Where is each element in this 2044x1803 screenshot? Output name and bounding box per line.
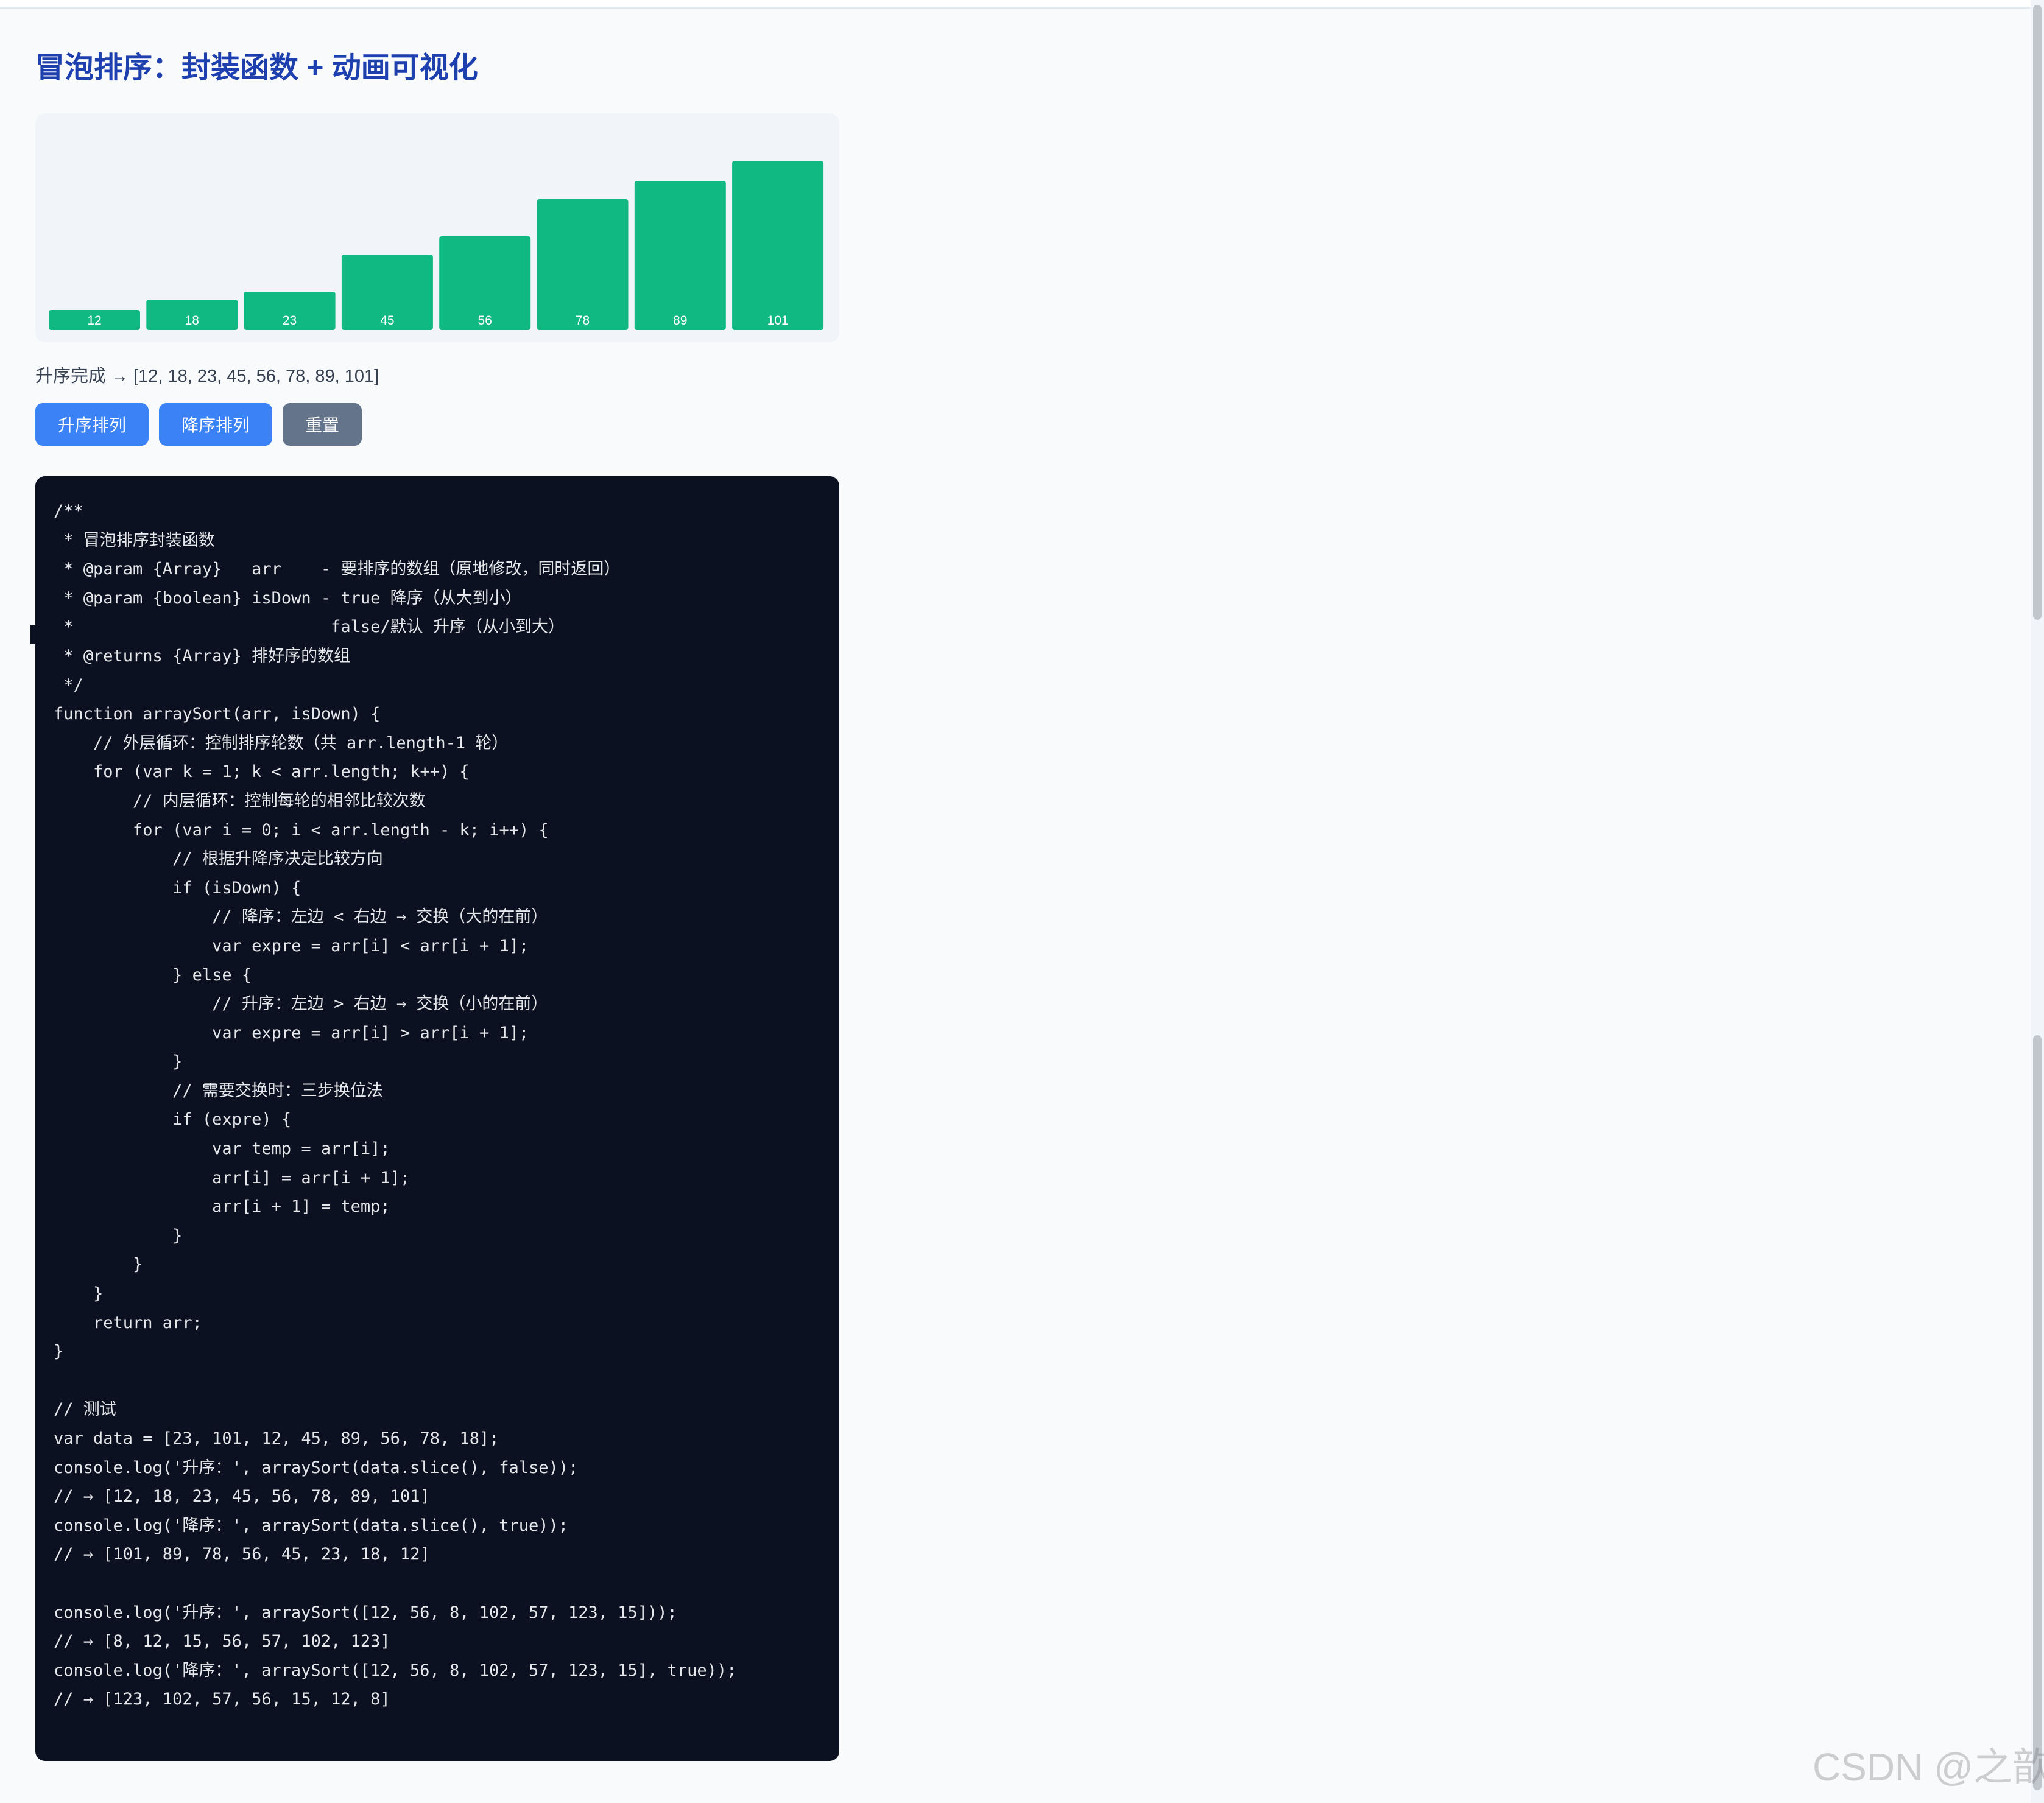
code-block: /** * 冒泡排序封装函数 * @param {Array} arr - 要排… <box>35 476 839 1761</box>
page-title: 冒泡排序：封装函数 + 动画可视化 <box>35 52 478 84</box>
code-line: if (isDown) { <box>54 878 301 898</box>
code-line: * @param {boolean} isDown - true 降序（从大到小… <box>54 588 522 608</box>
code-line: // → [101, 89, 78, 56, 45, 23, 18, 12] <box>54 1545 430 1564</box>
bar-value-label: 89 <box>673 314 687 328</box>
code-line: var expre = arr[i] > arr[i + 1]; <box>54 1023 529 1042</box>
scrollbar-thumb-upper[interactable] <box>2033 5 2042 620</box>
code-line: // 降序：左边 < 右边 → 交换（大的在前） <box>54 907 548 927</box>
code-line: arr[i + 1] = temp; <box>54 1197 390 1217</box>
code-line: for (var k = 1; k < arr.length; k++) { <box>54 762 470 782</box>
code-line: // 内层循环：控制每轮的相邻比较次数 <box>54 791 426 810</box>
code-line: var data = [23, 101, 12, 45, 89, 56, 78,… <box>54 1429 499 1448</box>
code-line: } <box>54 1342 64 1362</box>
bar-value-label: 12 <box>87 314 101 328</box>
code-line: var expre = arr[i] < arr[i + 1]; <box>54 936 529 955</box>
code-line: * false/默认 升序（从小到大） <box>54 617 565 637</box>
csdn-watermark: CSDN @之歆 <box>1813 1745 2044 1789</box>
page-scrollbar[interactable] <box>2031 0 2044 1803</box>
code-line: * @returns {Array} 排好序的数组 <box>54 646 351 666</box>
browser-top-edge <box>0 0 2044 9</box>
bar-visualization: 12 18 23 45 56 78 89 101 <box>35 113 839 342</box>
code-line: * 冒泡排序封装函数 <box>54 530 215 550</box>
code-line: } <box>54 1255 143 1274</box>
code-line: function arraySort(arr, isDown) { <box>54 705 381 724</box>
code-line: // 升序：左边 > 右边 → 交换（小的在前） <box>54 994 548 1014</box>
bar-value-label: 56 <box>478 314 492 328</box>
sort-descending-button[interactable]: 降序排列 <box>159 403 272 446</box>
bar <box>732 161 824 330</box>
code-line: /** <box>54 502 83 521</box>
code-line: console.log('降序：', arraySort([12, 56, 8,… <box>54 1661 737 1680</box>
code-line: // 需要交换时：三步换位法 <box>54 1081 383 1100</box>
code-line: // → [8, 12, 15, 56, 57, 102, 123] <box>54 1632 390 1651</box>
code-line: } else { <box>54 965 252 985</box>
reset-button[interactable]: 重置 <box>283 403 362 446</box>
code-line: } <box>54 1284 104 1304</box>
code-block-edge-left <box>30 625 35 644</box>
scrollbar-thumb-lower[interactable] <box>2033 1035 2042 1790</box>
code-line: console.log('降序：', arraySort(data.slice(… <box>54 1516 569 1535</box>
code-line: // → [12, 18, 23, 45, 56, 78, 89, 101] <box>54 1487 430 1506</box>
code-line: // → [123, 102, 57, 56, 15, 12, 8] <box>54 1690 390 1709</box>
code-line: // 外层循环：控制排序轮数（共 arr.length-1 轮） <box>54 733 509 753</box>
code-line: * @param {Array} arr - 要排序的数组（原地修改，同时返回） <box>54 560 621 579</box>
code-line: // 测试 <box>54 1400 116 1419</box>
bars-canvas: 12 18 23 45 56 78 89 101 <box>49 161 824 330</box>
code-line: } <box>54 1226 183 1245</box>
bar-value-label: 45 <box>380 314 394 328</box>
bar-value-label: 18 <box>185 314 199 328</box>
code-line: for (var i = 0; i < arr.length - k; i++)… <box>54 820 549 840</box>
bar <box>634 181 726 330</box>
code-line: } <box>54 1052 183 1072</box>
status-text: 升序完成 → [12, 18, 23, 45, 56, 78, 89, 101] <box>35 367 379 386</box>
bar-value-label: 23 <box>283 314 297 328</box>
code-line: */ <box>54 675 83 695</box>
sort-ascending-button[interactable]: 升序排列 <box>35 403 149 446</box>
code-block-edge-right <box>834 625 839 644</box>
code-line: // 根据升降序决定比较方向 <box>54 849 383 869</box>
code-line: return arr; <box>54 1313 202 1332</box>
code-line: console.log('升序：', arraySort([12, 56, 8,… <box>54 1603 677 1622</box>
bar-value-label: 78 <box>576 314 590 328</box>
bar-value-label: 101 <box>767 314 789 328</box>
code-line: if (expre) { <box>54 1110 292 1130</box>
code-line: console.log('升序：', arraySort(data.slice(… <box>54 1458 579 1477</box>
code-line: arr[i] = arr[i + 1]; <box>54 1168 411 1187</box>
bar <box>537 199 629 330</box>
code-line: var temp = arr[i]; <box>54 1139 390 1159</box>
